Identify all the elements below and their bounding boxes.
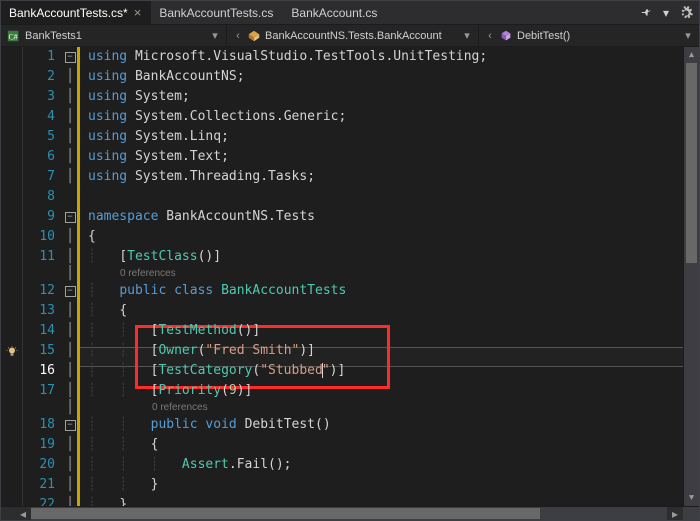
code-line: ┊ ┊ {: [80, 435, 683, 455]
nav-project-label: BankTests1: [25, 30, 82, 42]
scroll-up-icon[interactable]: ▴: [684, 47, 699, 63]
tab-bankaccounttests[interactable]: BankAccountTests.cs: [151, 1, 283, 24]
class-icon: [247, 29, 261, 43]
split-handle[interactable]: [1, 507, 15, 520]
outlining-margin[interactable]: │││ │││ ││ │ │││ ││ │ │││ ││: [63, 47, 77, 506]
code-line: ┊ public class BankAccountTests: [80, 281, 683, 301]
code-editor[interactable]: 12345678 91011 121314151617 181920212223…: [1, 47, 699, 506]
lightbulb-icon[interactable]: [1, 342, 22, 361]
code-line: ┊ ┊ }: [80, 475, 683, 495]
gear-icon[interactable]: [679, 6, 693, 20]
scroll-thumb[interactable]: [31, 508, 540, 519]
bottom-scroll-strip: ◂ ▸: [1, 506, 699, 520]
code-line: ┊ ┊ ┊ Assert.Fail();: [80, 455, 683, 475]
scroll-down-icon[interactable]: ▾: [684, 490, 699, 506]
tab-strip: BankAccountTests.cs* × BankAccountTests.…: [1, 1, 699, 25]
nav-project-dropdown[interactable]: C# BankTests1 ▾: [1, 25, 227, 46]
resize-grip[interactable]: [683, 507, 699, 520]
tab-label: BankAccountTests.cs*: [9, 6, 128, 20]
scroll-left-icon[interactable]: ◂: [15, 507, 31, 520]
code-line: using System.Text;: [80, 147, 683, 167]
code-line: using System.Linq;: [80, 127, 683, 147]
tab-label: BankAccountTests.cs: [159, 6, 273, 20]
nav-member-label: DebitTest(): [517, 30, 570, 42]
code-area[interactable]: using Microsoft.VisualStudio.TestTools.U…: [77, 47, 683, 506]
horizontal-scrollbar[interactable]: ◂ ▸: [15, 507, 683, 520]
nav-bar: C# BankTests1 ▾ ‹ BankAccountNS.Tests.Ba…: [1, 25, 699, 47]
window-menu-icon[interactable]: ▾: [659, 6, 673, 20]
svg-text:C#: C#: [9, 32, 18, 41]
code-line: ┊ ┊ [Owner("Fred Smith")]: [80, 341, 683, 361]
scroll-track[interactable]: [684, 63, 699, 490]
method-icon: [499, 29, 513, 43]
scroll-right-icon[interactable]: ▸: [667, 507, 683, 520]
vertical-scrollbar[interactable]: ▴ ▾: [683, 47, 699, 506]
codelens-references[interactable]: 0 references: [80, 401, 683, 415]
nav-member-dropdown[interactable]: ‹ DebitTest() ▾: [479, 25, 699, 46]
chevron-down-icon: ▾: [683, 29, 693, 42]
breakpoint-gutter[interactable]: [1, 47, 23, 506]
tab-bankaccount[interactable]: BankAccount.cs: [283, 1, 387, 24]
code-line: [80, 187, 683, 207]
code-line: using System.Collections.Generic;: [80, 107, 683, 127]
code-line: {: [80, 227, 683, 247]
pin-icon[interactable]: [639, 6, 653, 20]
code-line: namespace BankAccountNS.Tests: [80, 207, 683, 227]
code-line: using Microsoft.VisualStudio.TestTools.U…: [80, 47, 683, 67]
tab-label: BankAccount.cs: [291, 6, 377, 20]
codelens-references[interactable]: 0 references: [80, 267, 683, 281]
code-line: using System.Threading.Tasks;: [80, 167, 683, 187]
code-line: ┊ ┊ [Priority(9)]: [80, 381, 683, 401]
scroll-thumb[interactable]: [686, 63, 697, 263]
code-line: ┊ ┊ [TestCategory("Stubbed")]: [80, 361, 683, 381]
chevron-down-icon: ▾: [210, 29, 220, 42]
code-line: using BankAccountNS;: [80, 67, 683, 87]
code-line: ┊ }: [80, 495, 683, 506]
code-line: ┊ {: [80, 301, 683, 321]
csharp-project-icon: C#: [7, 29, 21, 43]
tab-bankaccounttests-modified[interactable]: BankAccountTests.cs* ×: [1, 1, 151, 24]
nav-class-dropdown[interactable]: ‹ BankAccountNS.Tests.BankAccount ▾: [227, 25, 479, 46]
line-numbers: 12345678 91011 121314151617 181920212223: [23, 47, 63, 506]
chevron-left-icon: ‹: [233, 30, 243, 42]
chevron-down-icon: ▾: [462, 29, 472, 42]
code-line: ┊ ┊ [TestMethod()]: [80, 321, 683, 341]
close-icon[interactable]: ×: [134, 6, 142, 19]
chevron-left-icon: ‹: [485, 30, 495, 42]
code-line: ┊ ┊ public void DebitTest(): [80, 415, 683, 435]
code-line: using System;: [80, 87, 683, 107]
code-line: ┊ [TestClass()]: [80, 247, 683, 267]
nav-class-label: BankAccountNS.Tests.BankAccount: [265, 30, 442, 42]
